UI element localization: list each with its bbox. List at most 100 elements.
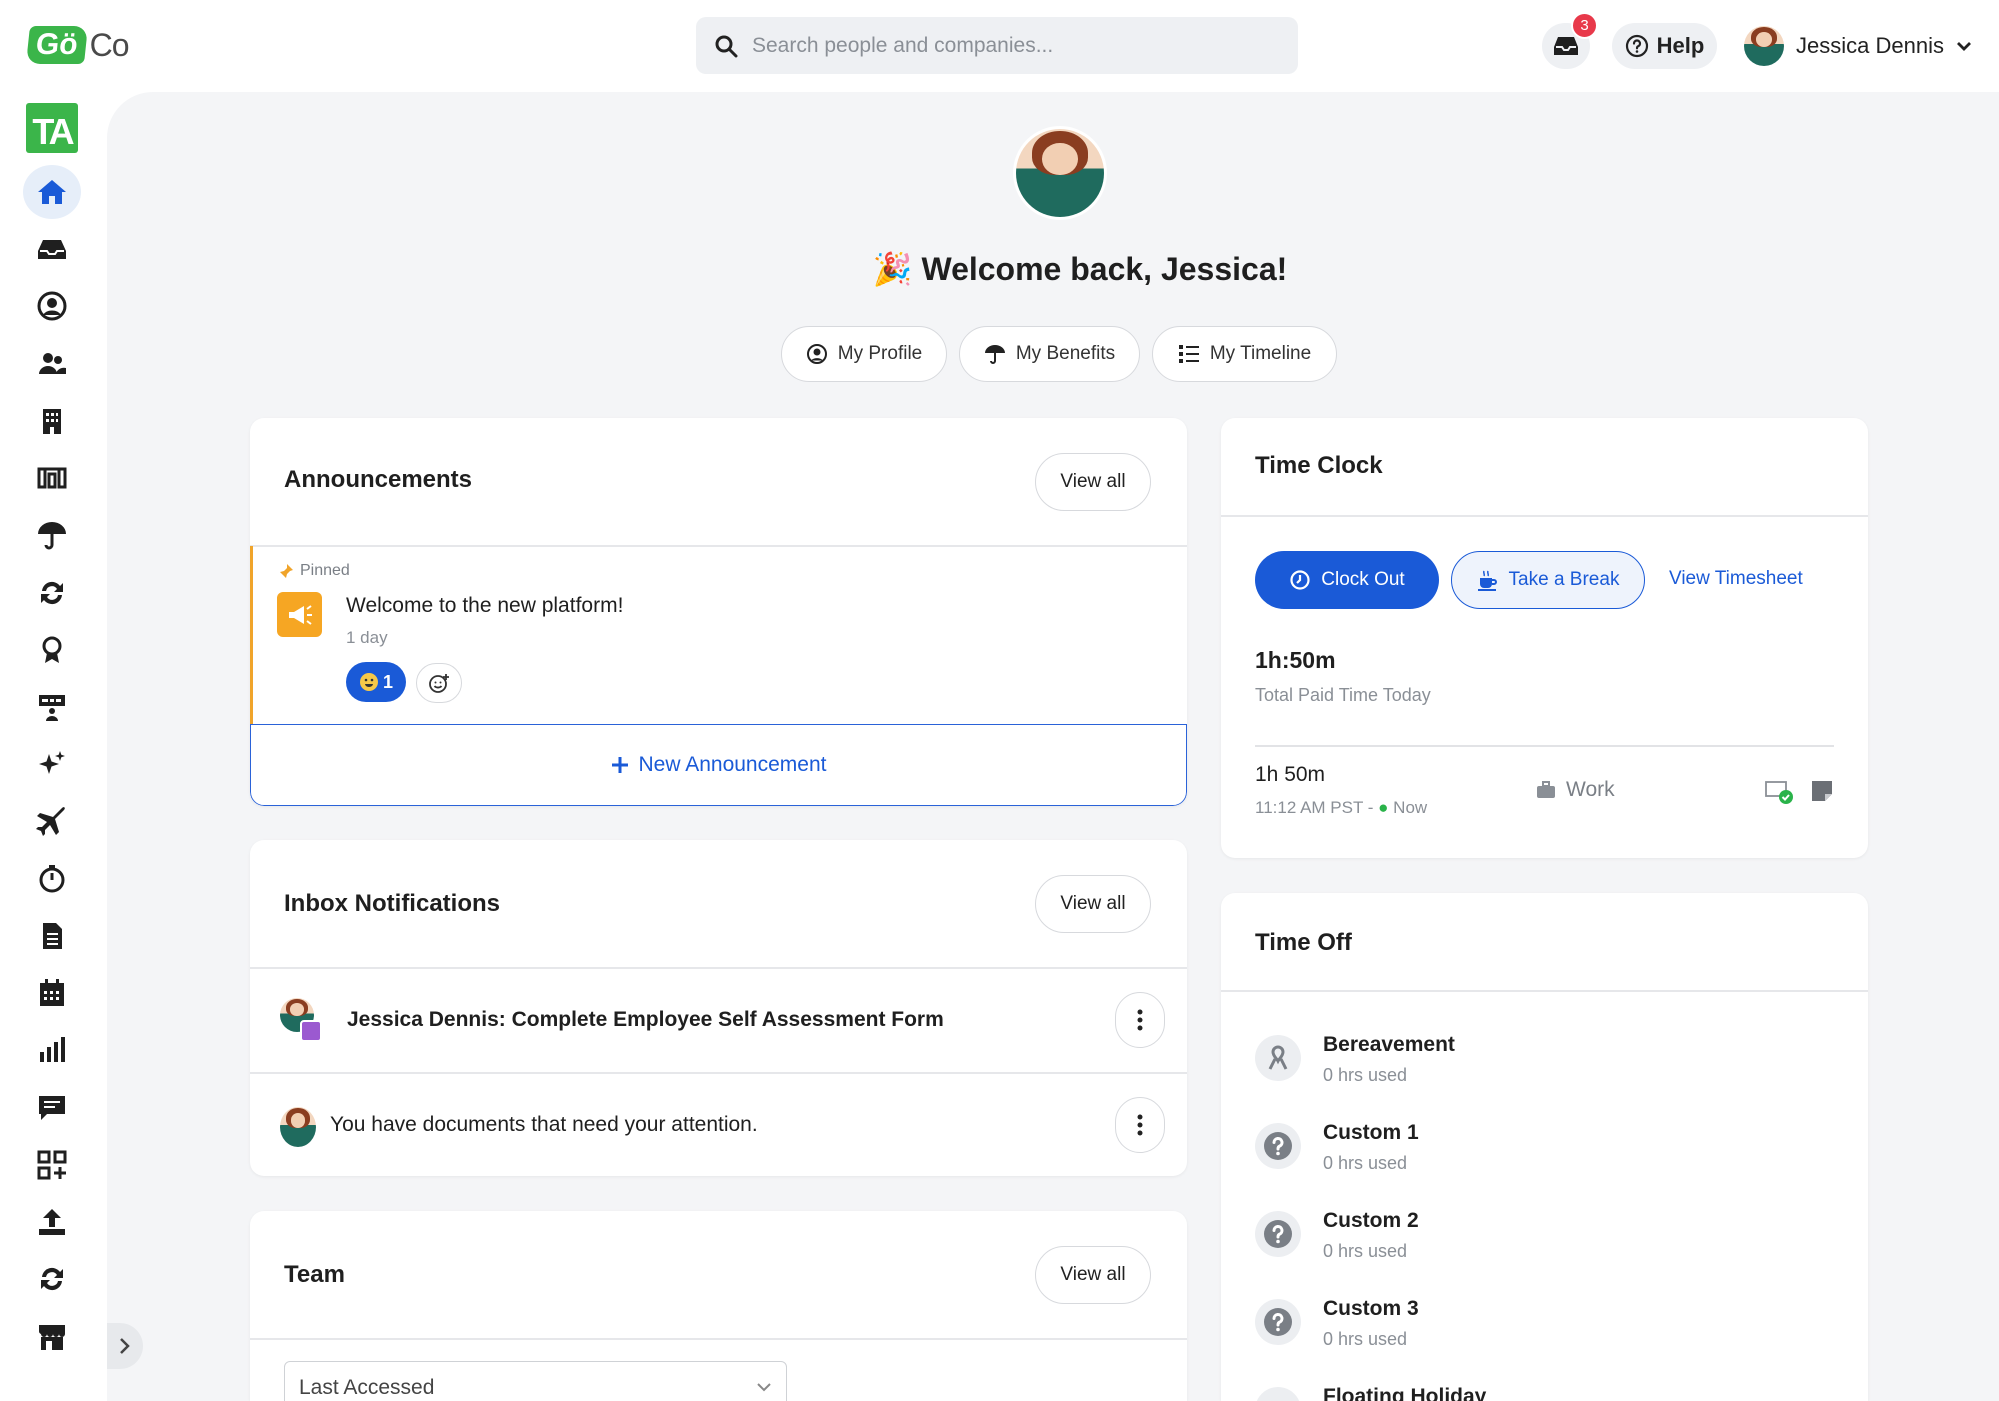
form-badge-icon	[300, 1020, 322, 1042]
sidebar-item-integrations[interactable]	[23, 1252, 81, 1306]
my-timeline-label: My Timeline	[1209, 343, 1312, 364]
plus-icon	[611, 757, 628, 773]
notification-row[interactable]: Jessica Dennis: Complete Employee Self A…	[250, 968, 1187, 1072]
sidebar-item-travel[interactable]	[23, 795, 81, 849]
document-icon	[43, 923, 62, 949]
sidebar-item-upload[interactable]	[23, 1195, 81, 1249]
team-view-all-button[interactable]: View all	[1035, 1246, 1151, 1304]
inbox-view-all-button[interactable]: View all	[1035, 875, 1151, 933]
sidebar-item-home[interactable]	[23, 165, 81, 219]
pinned-announcement[interactable]: Pinned Welcome to the new platform! 1 da…	[250, 546, 1187, 724]
time-off-item-custom-2[interactable]: Custom 2 0 hrs used	[1255, 1205, 1419, 1275]
inbox-count-badge: 3	[1571, 12, 1598, 39]
note-icon[interactable]	[1811, 780, 1833, 807]
sidebar-item-messages[interactable]	[23, 1081, 81, 1135]
announcements-title: Announcements	[284, 466, 473, 493]
notification-row[interactable]: You have documents that need your attent…	[250, 1073, 1187, 1176]
sidebar-item-awards[interactable]	[23, 623, 81, 677]
sidebar-item-calendar[interactable]	[23, 966, 81, 1020]
clock-out-button[interactable]: Clock Out	[1255, 551, 1439, 609]
sidebar-item-reports[interactable]	[23, 1023, 81, 1077]
team-sort-value: Last Accessed	[299, 1376, 435, 1399]
time-off-used: 0 hrs used	[1323, 1153, 1408, 1173]
time-off-name: Custom 1	[1323, 1121, 1419, 1144]
sidebar-item-ai[interactable]	[23, 737, 81, 791]
time-verified-icon[interactable]	[1765, 780, 1795, 811]
take-a-break-button[interactable]: Take a Break	[1451, 551, 1645, 609]
announcements-view-all-button[interactable]: View all	[1035, 453, 1151, 511]
time-clock-title: Time Clock	[1255, 452, 1383, 479]
help-button[interactable]: Help	[1612, 23, 1717, 69]
search-bar[interactable]	[696, 17, 1298, 74]
sidebar-item-company[interactable]	[23, 394, 81, 448]
app-logo[interactable]: TA	[26, 103, 78, 153]
time-off-item-custom-1[interactable]: Custom 1 0 hrs used	[1255, 1117, 1419, 1187]
emoji-reaction-button[interactable]: 1	[346, 662, 406, 702]
take-a-break-label: Take a Break	[1508, 569, 1620, 590]
time-off-item-custom-3[interactable]: Custom 3 0 hrs used	[1255, 1293, 1419, 1363]
notification-menu-button[interactable]	[1115, 992, 1165, 1048]
time-off-used: 0 hrs used	[1323, 1329, 1408, 1349]
search-input[interactable]	[752, 33, 1272, 58]
my-profile-label: My Profile	[837, 343, 923, 364]
user-circle-icon	[37, 291, 67, 321]
total-paid-time-value: 1h:50m	[1255, 647, 1336, 673]
sidebar-item-org-chart[interactable]	[23, 451, 81, 505]
my-timeline-button[interactable]: My Timeline	[1152, 326, 1337, 382]
sparkles-icon	[39, 751, 65, 774]
search-icon	[715, 35, 738, 57]
time-off-item-bereavement[interactable]: Bereavement 0 hrs used	[1255, 1029, 1455, 1099]
time-off-title: Time Off	[1255, 929, 1352, 956]
my-benefits-label: My Benefits	[1015, 343, 1116, 364]
chevron-down-icon	[757, 1383, 771, 1392]
new-announcement-label: New Announcement	[638, 753, 827, 776]
announcement-title[interactable]: Welcome to the new platform!	[346, 594, 623, 618]
umbrella-icon	[38, 522, 66, 550]
sidebar-item-benefits[interactable]	[23, 508, 81, 562]
sidebar-item-documents[interactable]	[23, 909, 81, 963]
entry-type: Work	[1536, 778, 1615, 802]
add-reaction-button[interactable]	[416, 663, 462, 703]
clock-out-label: Clock Out	[1321, 569, 1405, 590]
help-label: Help	[1656, 33, 1705, 58]
user-menu[interactable]: Jessica Dennis	[1744, 22, 1972, 70]
question-icon	[1255, 1211, 1301, 1257]
hero-avatar[interactable]	[1013, 126, 1107, 220]
view-timesheet-link[interactable]: View Timesheet	[1669, 568, 1803, 590]
user-circle-icon	[806, 344, 827, 364]
pin-icon	[279, 564, 293, 579]
sidebar-item-apps[interactable]	[23, 1138, 81, 1192]
total-paid-time-label: Total Paid Time Today	[1255, 685, 1431, 705]
presentation-icon	[39, 695, 65, 721]
refresh-icon	[41, 1267, 63, 1291]
question-icon	[1255, 1123, 1301, 1169]
welcome-heading: 🎉 Welcome back, Jessica!	[872, 251, 1288, 287]
new-announcement-button[interactable]: New Announcement	[250, 724, 1187, 806]
sidebar-item-time-tracking[interactable]	[23, 852, 81, 906]
divider	[1221, 515, 1868, 517]
live-dot: ●	[1378, 798, 1389, 817]
coffee-cup-icon	[1477, 570, 1497, 591]
upload-icon	[39, 1209, 65, 1235]
entry-duration: 1h 50m	[1255, 763, 1326, 786]
question-circle-icon	[1625, 34, 1648, 58]
my-benefits-button[interactable]: My Benefits	[959, 326, 1140, 382]
notification-menu-button[interactable]	[1115, 1097, 1165, 1153]
goco-logo[interactable]: Gö Co	[26, 22, 138, 68]
sidebar-item-training[interactable]	[23, 680, 81, 734]
sidebar-item-sync[interactable]	[23, 566, 81, 620]
sync-icon	[41, 581, 63, 605]
apps-add-icon	[37, 1150, 67, 1180]
building-icon	[43, 409, 61, 434]
notification-text: Jessica Dennis: Complete Employee Self A…	[347, 1008, 944, 1031]
inbox-notifications-card: Inbox Notifications View all Jessica Den…	[250, 840, 1187, 1176]
org-chart-icon	[37, 467, 67, 489]
my-profile-button[interactable]: My Profile	[781, 326, 947, 382]
sidebar-item-people[interactable]	[23, 337, 81, 391]
user-name: Jessica Dennis	[1796, 33, 1944, 58]
inbox-icon	[1554, 37, 1578, 55]
time-off-item-floating-holiday[interactable]: Floating Holiday	[1255, 1381, 1486, 1401]
sidebar-item-marketplace[interactable]	[23, 1310, 81, 1364]
divider	[250, 1338, 1187, 1340]
team-sort-select[interactable]: Last Accessed	[284, 1361, 787, 1401]
